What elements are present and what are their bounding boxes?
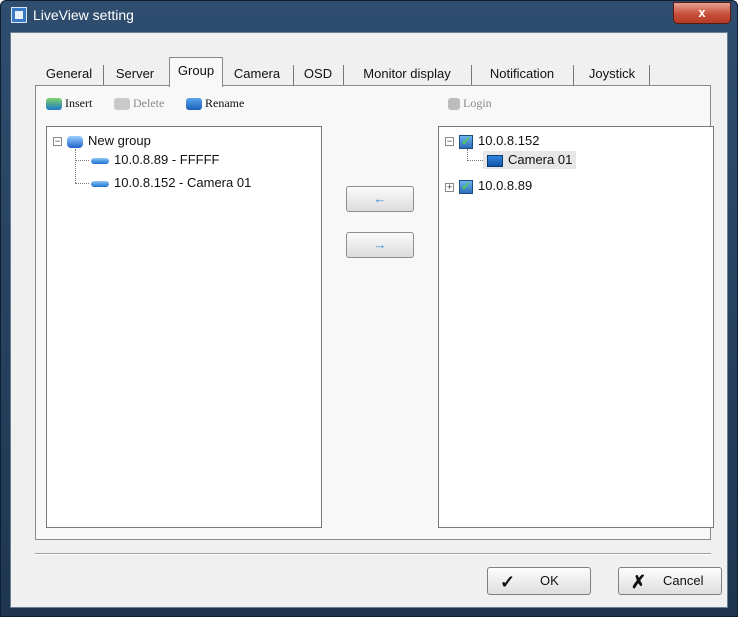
device-label: 10.0.8.152 - Camera 01 (114, 175, 252, 190)
tree-connector (467, 160, 483, 161)
tab-label: Joystick (588, 66, 636, 81)
camera-node[interactable]: Camera 01 (483, 151, 577, 169)
group-device-node[interactable]: 10.0.8.152 - Camera 01 (91, 174, 251, 192)
tab-general[interactable]: General (39, 63, 99, 85)
tab-separator (103, 65, 104, 85)
tree-connector (75, 160, 89, 161)
camera-label: Camera 01 (508, 152, 573, 167)
server-label: 10.0.8.152 (478, 133, 540, 148)
server-label: 10.0.8.89 (478, 178, 533, 193)
ok-label: OK (540, 573, 559, 588)
arrow-left-icon: ← (373, 191, 387, 206)
group-label: New group (88, 133, 151, 148)
tab-separator (471, 65, 472, 85)
server-node[interactable]: 10.0.8.152 (459, 132, 539, 150)
insert-icon (46, 98, 62, 111)
arrow-right-icon: → (373, 237, 387, 252)
collapse-toggle[interactable]: − (53, 137, 62, 146)
device-label: 10.0.8.89 - FFFFF (114, 152, 220, 167)
group-icon (67, 135, 83, 148)
rename-icon (186, 98, 202, 111)
tab-camera[interactable]: Camera (227, 63, 287, 85)
tab-server[interactable]: Server (109, 63, 161, 85)
tree-connector (75, 149, 76, 183)
liveview-setting-window: LiveView setting x General Server Group … (0, 0, 738, 617)
delete-button[interactable]: Delete (114, 96, 164, 114)
group-node-new-group[interactable]: New group (67, 132, 151, 150)
tab-separator (343, 65, 344, 85)
tab-label: Monitor display (363, 66, 451, 81)
ok-button[interactable]: ✓ OK (487, 567, 591, 595)
group-tab-panel: Insert Delete Rename Login − New group 1… (35, 85, 714, 540)
cancel-button[interactable]: ✗ Cancel (618, 567, 722, 595)
tab-label: Camera (233, 66, 281, 81)
tab-label: General (45, 66, 93, 81)
tab-label: Group (177, 63, 215, 78)
tab-monitor-display[interactable]: Monitor display (349, 63, 465, 85)
delete-label: Delete (133, 96, 165, 110)
server-check-icon (459, 132, 473, 150)
tab-notification[interactable]: Notification (477, 63, 567, 85)
camera-icon (487, 154, 503, 167)
add-to-group-button[interactable]: ← (346, 186, 414, 212)
rename-button[interactable]: Rename (186, 96, 244, 114)
camera-tree[interactable]: − 10.0.8.152 Camera 01 + 10.0.8.89 (438, 126, 714, 528)
login-label: Login (463, 96, 492, 110)
tab-label: OSD (303, 66, 333, 81)
server-check-icon (459, 177, 473, 195)
device-icon (91, 180, 109, 187)
check-icon: ✓ (500, 572, 516, 592)
tab-separator (293, 65, 294, 85)
button-separator (35, 553, 711, 555)
close-icon: x (698, 5, 706, 20)
liveview-app-icon (11, 7, 27, 23)
server-node[interactable]: 10.0.8.89 (459, 177, 532, 195)
window-title: LiveView setting (33, 7, 134, 23)
x-icon: ✗ (631, 572, 647, 592)
tree-connector (75, 183, 89, 184)
rename-label: Rename (205, 96, 245, 110)
dialog-client-area: General Server Group Camera OSD Monitor … (10, 32, 728, 608)
tab-label: Server (115, 66, 155, 81)
remove-from-group-button[interactable]: → (346, 232, 414, 258)
tab-osd[interactable]: OSD (299, 63, 337, 85)
device-icon (91, 157, 109, 164)
login-icon (448, 98, 460, 111)
cancel-label: Cancel (663, 573, 704, 588)
delete-icon (114, 98, 130, 111)
insert-label: Insert (65, 96, 93, 110)
close-button[interactable]: x (673, 2, 731, 24)
title-bar[interactable]: LiveView setting x (1, 1, 737, 31)
tab-label: Notification (489, 66, 555, 81)
tab-joystick[interactable]: Joystick (579, 63, 645, 85)
login-button[interactable]: Login (448, 96, 492, 114)
insert-button[interactable]: Insert (46, 96, 92, 114)
expand-toggle[interactable]: + (445, 183, 454, 192)
group-device-node[interactable]: 10.0.8.89 - FFFFF (91, 151, 219, 169)
tab-separator (573, 65, 574, 85)
tab-separator (649, 65, 650, 85)
collapse-toggle[interactable]: − (445, 137, 454, 146)
tab-group[interactable]: Group (169, 57, 223, 87)
group-tree[interactable]: − New group 10.0.8.89 - FFFFF 10.0.8.152… (46, 126, 322, 528)
